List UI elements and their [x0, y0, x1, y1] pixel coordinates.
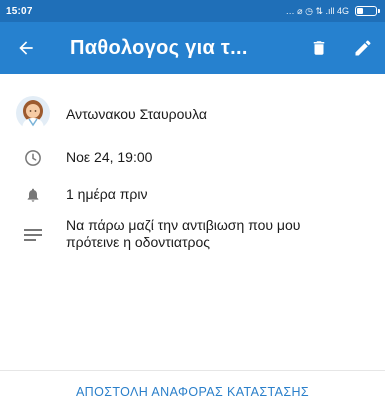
datetime-row: Νοε 24, 19:00: [0, 149, 385, 167]
notes-row: Να πάρω μαζί την αντιβιωση που μου πρότε…: [0, 217, 385, 251]
notes-icon: [24, 229, 42, 241]
notes-text: Να πάρω μαζί την αντιβιωση που μου πρότε…: [66, 217, 301, 250]
clock-icon: [25, 150, 41, 166]
doctor-name: Αντωνακου Σταυρουλα: [66, 106, 207, 122]
status-bar: 15:07 … ⌀ ◷ ⇅ .ıll 4G: [0, 0, 385, 22]
page-title: Παθολογος για τ...: [70, 36, 248, 59]
reminder-row: 1 ημέρα πριν: [0, 186, 385, 204]
app-bar: Παθολογος για τ...: [0, 22, 385, 74]
appointment-datetime: Νοε 24, 19:00: [66, 149, 153, 165]
reminder-text: 1 ημέρα πριν: [66, 186, 148, 202]
bell-icon: [27, 188, 39, 202]
doctor-avatar-icon: [16, 96, 50, 130]
doctor-row: Αντωνακου Σταυρουλα: [0, 96, 385, 130]
send-status-report-button[interactable]: ΑΠΟΣΤΟΛΗ ΑΝΑΦΟΡΑΣ ΚΑΤΑΣΤΑΣΗΣ: [0, 371, 385, 412]
edit-button[interactable]: [341, 22, 385, 74]
status-time: 15:07: [6, 5, 33, 17]
back-button[interactable]: [0, 22, 52, 74]
status-icons-group: … ⌀ ◷ ⇅ .ıll 4G: [285, 5, 380, 17]
status-icons: … ⌀ ◷ ⇅ .ıll 4G: [285, 5, 349, 16]
trash-icon: [313, 41, 325, 55]
arrow-left-icon: [19, 41, 33, 55]
delete-button[interactable]: [297, 22, 341, 74]
pencil-icon: [355, 40, 371, 56]
battery-icon: [355, 6, 380, 16]
